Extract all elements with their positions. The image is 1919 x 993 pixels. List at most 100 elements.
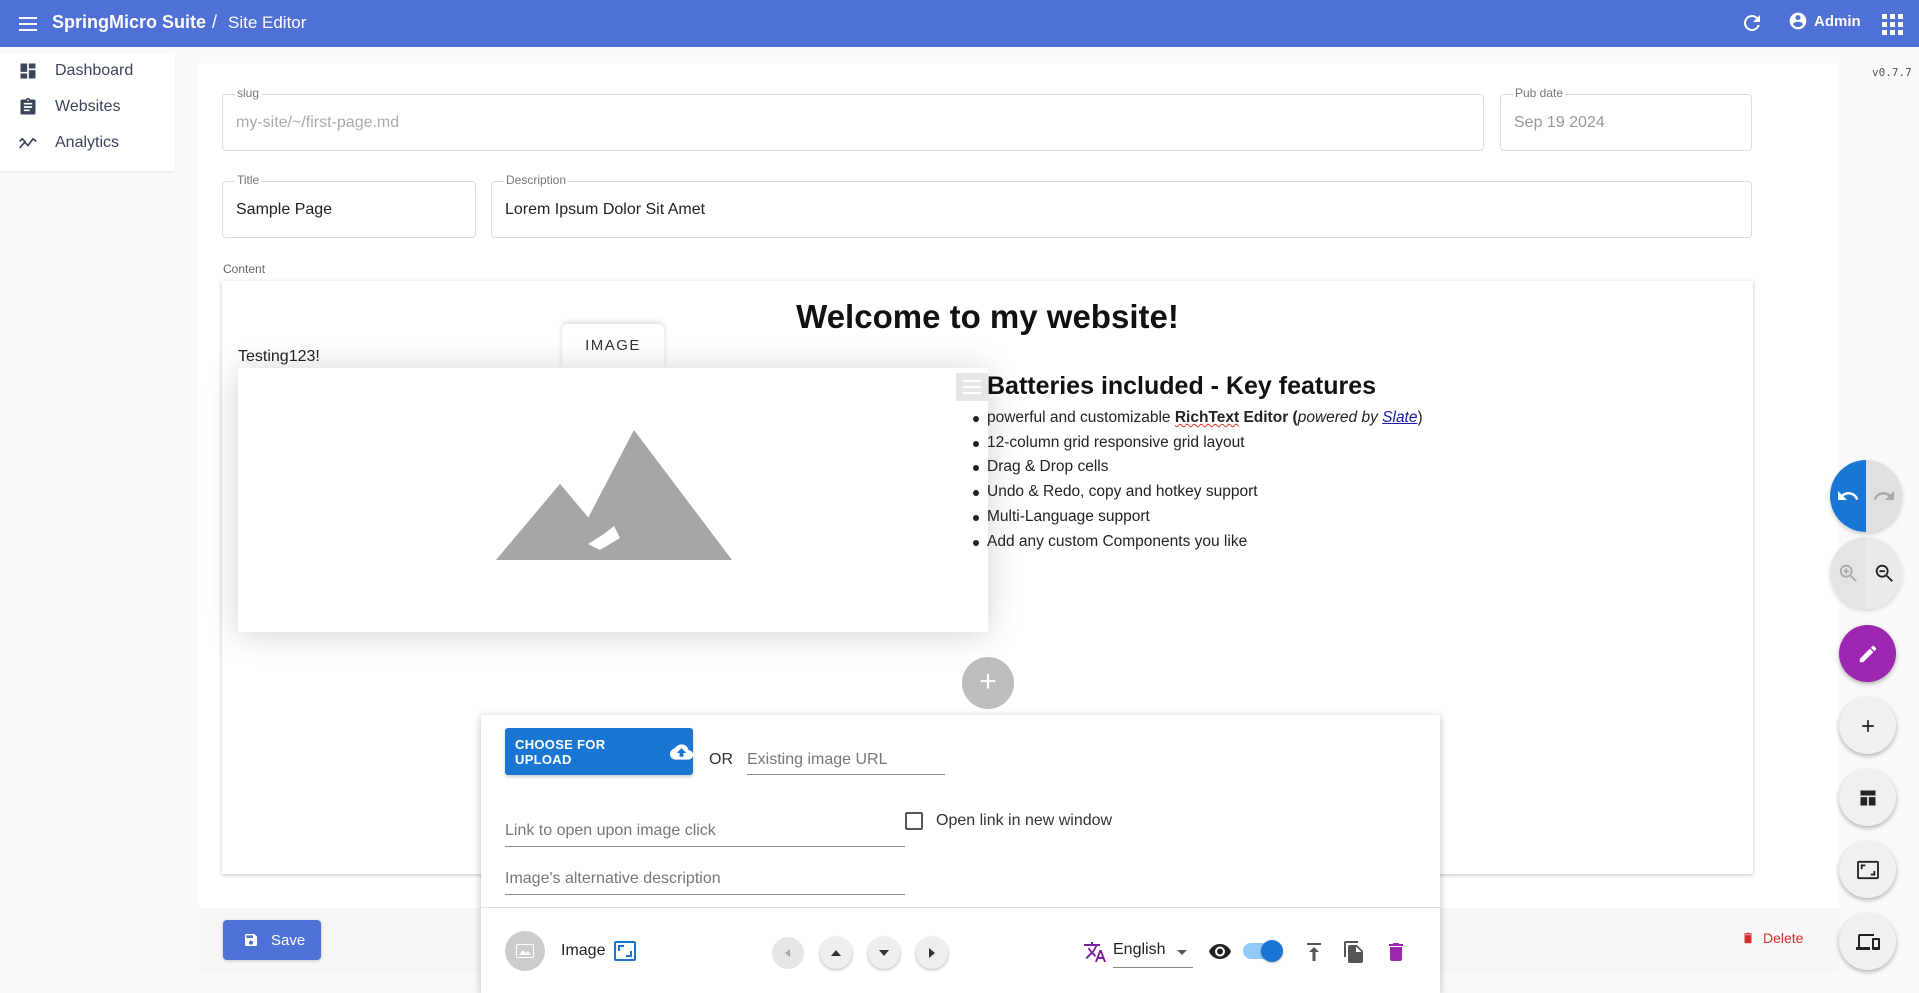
undo-icon	[1838, 491, 1859, 500]
user-menu[interactable]: Admin	[1788, 11, 1861, 31]
sidebar-item-websites[interactable]: Websites	[0, 89, 175, 125]
image-url-field[interactable]	[747, 745, 945, 775]
sidebar-item-label: Analytics	[55, 134, 120, 151]
trash-icon[interactable]	[1384, 940, 1408, 964]
sidebar-item-dashboard[interactable]: Dashboard	[0, 53, 175, 89]
alt-text-input[interactable]	[505, 864, 905, 894]
language-value: English	[1113, 941, 1166, 958]
version-label: v0.7.7	[1872, 66, 1912, 79]
redo-button[interactable]	[1866, 460, 1902, 532]
choose-upload-button[interactable]: CHOOSE FOR UPLOAD	[505, 728, 693, 775]
pubdate-field[interactable]: Pub date	[1500, 86, 1752, 151]
sidebar-item-analytics[interactable]: Analytics	[0, 125, 175, 161]
menu-icon[interactable]	[16, 12, 40, 36]
pencil-icon	[1859, 645, 1876, 662]
content-heading[interactable]: Welcome to my website!	[222, 298, 1753, 336]
edit-mode-button[interactable]	[1839, 625, 1896, 682]
plugin-avatar	[505, 931, 545, 971]
image-placeholder-icon	[496, 430, 732, 560]
zoom-control	[1830, 537, 1902, 609]
image-url-input[interactable]	[747, 745, 945, 774]
list-item: Undo & Redo, copy and hotkey support	[973, 480, 1423, 505]
preview-devices-button[interactable]	[1839, 913, 1896, 970]
fullscreen-icon[interactable]	[614, 941, 636, 961]
new-window-label[interactable]: Open link in new window	[936, 812, 1112, 830]
move-right-button[interactable]	[916, 937, 948, 969]
sidebar: Dashboard Websites Analytics	[0, 53, 175, 171]
apps-grid-icon[interactable]	[1880, 12, 1903, 35]
devices-icon	[1855, 933, 1880, 950]
user-name: Admin	[1814, 12, 1861, 30]
list-item: Add any custom Components you like	[973, 530, 1423, 555]
chevron-up-icon	[831, 950, 841, 956]
slug-field[interactable]: slug	[222, 86, 1484, 151]
duplicate-icon[interactable]	[1342, 940, 1366, 964]
sidebar-item-label: Websites	[55, 98, 121, 115]
description-input[interactable]	[505, 182, 1738, 237]
caret-down-icon	[1177, 950, 1187, 955]
eye-icon	[1209, 944, 1231, 959]
list-item: 12-column grid responsive grid layout	[973, 431, 1423, 456]
feature-text: powerful and customizable	[987, 409, 1175, 426]
save-icon	[245, 934, 257, 946]
move-down-button[interactable]	[868, 937, 900, 969]
undo-redo-control	[1830, 460, 1902, 532]
alt-text-field[interactable]	[505, 864, 905, 895]
chevron-right-icon	[929, 948, 935, 958]
features-list[interactable]: powerful and customizable RichText Edito…	[973, 406, 1423, 555]
insert-mode-button[interactable]	[1839, 697, 1896, 754]
move-to-top-icon[interactable]	[1302, 940, 1326, 964]
language-select[interactable]: English	[1113, 938, 1193, 968]
description-field[interactable]: Description	[491, 173, 1752, 238]
image-cell-tab[interactable]: IMAGE	[562, 324, 664, 368]
image-icon	[516, 944, 534, 958]
resize-icon	[1856, 860, 1879, 879]
link-field[interactable]	[505, 816, 905, 847]
slate-link[interactable]: Slate	[1382, 409, 1417, 426]
drag-handle[interactable]	[956, 373, 988, 401]
feature-powered: powered by	[1297, 409, 1383, 426]
toggle-knob	[1261, 940, 1283, 962]
pubdate-input[interactable]	[1514, 95, 1738, 150]
chevron-down-icon	[879, 950, 889, 956]
layout-mode-button[interactable]	[1839, 769, 1896, 826]
brand-title[interactable]: SpringMicro Suite	[52, 12, 206, 33]
breadcrumb-current: Site Editor	[228, 13, 307, 32]
zoom-out-button[interactable]	[1866, 537, 1902, 609]
features-title[interactable]: Batteries included - Key features	[987, 372, 1376, 401]
breadcrumb-separator: /	[212, 12, 218, 32]
sidebar-item-label: Dashboard	[55, 62, 134, 79]
move-left-button[interactable]	[772, 937, 804, 969]
visibility-toggle[interactable]	[1243, 940, 1283, 962]
title-input[interactable]	[236, 182, 462, 237]
refresh-icon[interactable]	[1740, 11, 1764, 35]
list-item: Drag & Drop cells	[973, 455, 1423, 480]
new-window-checkbox[interactable]	[905, 812, 923, 830]
testing-text[interactable]: Testing123!	[238, 348, 320, 366]
plus-icon	[1861, 719, 1874, 732]
zoom-in-icon	[1839, 564, 1857, 582]
feature-close: )	[1417, 409, 1423, 426]
account-icon	[1789, 12, 1807, 30]
image-cell[interactable]	[238, 368, 988, 632]
clipboard-icon	[20, 97, 36, 115]
save-button[interactable]: Save	[223, 920, 321, 960]
or-label: OR	[709, 751, 733, 768]
dashboard-icon	[20, 63, 36, 79]
resize-mode-button[interactable]	[1839, 841, 1896, 898]
title-field[interactable]: Title	[222, 173, 476, 238]
app-bar: SpringMicro Suite / Site Editor Admin	[0, 0, 1919, 47]
chevron-left-icon	[785, 949, 790, 957]
delete-button[interactable]: Delete	[1741, 930, 1803, 946]
redo-icon	[1873, 491, 1894, 500]
cloud-upload-icon	[669, 743, 693, 760]
slug-input[interactable]	[236, 95, 1470, 150]
trash-icon	[1743, 932, 1753, 944]
upload-label: CHOOSE FOR UPLOAD	[515, 736, 606, 767]
zoom-out-icon	[1875, 564, 1893, 582]
plugin-label: Image	[561, 942, 606, 959]
save-label: Save	[271, 931, 306, 949]
add-cell-button[interactable]: +	[962, 657, 1014, 709]
move-up-button[interactable]	[820, 937, 852, 969]
link-input[interactable]	[505, 816, 905, 846]
